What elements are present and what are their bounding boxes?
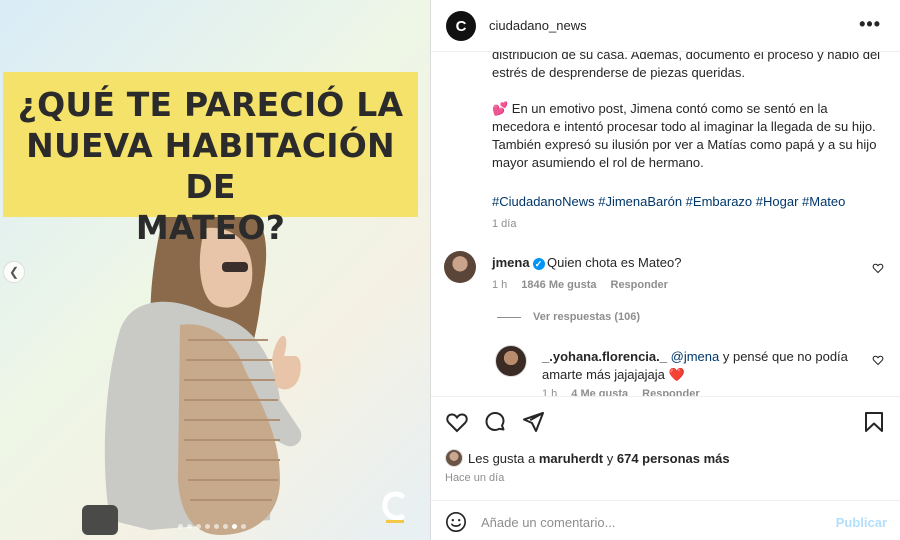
view-replies-label: Ver respuestas (106) (533, 311, 641, 323)
comment-input[interactable] (481, 511, 821, 533)
share-plane-icon[interactable] (521, 410, 545, 434)
caption-paragraph: distribución de su casa. Además, documen… (492, 52, 881, 80)
comment-meta: 1 h 1846 Me gusta Responder (492, 279, 668, 291)
carousel-dot-active (232, 524, 237, 529)
reply-meta: 1 h 4 Me gusta Responder (542, 388, 700, 396)
author-avatar[interactable]: C (446, 11, 476, 41)
carousel-dot (223, 524, 228, 529)
carousel-dots (178, 524, 246, 529)
likes-summary[interactable]: Les gusta a maruherdt y 674 personas más (445, 449, 730, 467)
headline-banner: ¿QUÉ TE PARECIÓ LA NUEVA HABITACIÓN DE M… (3, 72, 418, 247)
reply-button[interactable]: Responder (611, 279, 668, 291)
comment-bubble-icon[interactable] (483, 410, 507, 434)
liker-username[interactable]: maruherdt (539, 451, 603, 466)
post-caption: distribución de su casa. Además, documen… (492, 52, 884, 190)
likes-count[interactable]: 674 personas más (617, 451, 730, 466)
likes-mid: y (603, 450, 617, 466)
comment-likes[interactable]: 1846 Me gusta (521, 279, 596, 291)
reply-username[interactable]: _.yohana.florencia._ (542, 349, 667, 364)
carousel-dot (241, 524, 246, 529)
liker-avatar (445, 449, 463, 467)
headline-text: ¿QUÉ TE PARECIÓ LA NUEVA HABITACIÓN DE M… (17, 85, 404, 247)
more-options-icon[interactable]: ••• (859, 14, 881, 35)
comment-username-text: jmena (492, 255, 530, 270)
carousel-dot (196, 524, 201, 529)
emoji-icon[interactable] (445, 511, 467, 533)
save-bookmark-icon[interactable] (862, 410, 886, 434)
comment-like-heart-icon[interactable] (872, 262, 884, 274)
reply-like-heart-icon[interactable] (872, 354, 884, 366)
replies-divider (497, 316, 521, 318)
carousel-dot (205, 524, 210, 529)
comments-scroll-area[interactable]: distribución de su casa. Además, documen… (431, 52, 900, 396)
likes-prefix: Les gusta a (468, 450, 536, 466)
like-heart-icon[interactable] (445, 410, 469, 434)
chevron-left-icon: ❮ (8, 265, 20, 279)
caption-hashtags[interactable]: #CiudadanoNews #JimenaBarón #Embarazo #H… (492, 194, 845, 209)
carousel-dot (178, 524, 183, 529)
post-actions-bar (431, 396, 900, 448)
reply-mention[interactable]: @jmena (671, 349, 720, 364)
caption-paragraph: 💕 En un emotivo post, Jimena contó como … (492, 101, 877, 170)
avatar-letter: C (455, 17, 467, 35)
commenter-avatar[interactable] (444, 251, 476, 283)
post-panel: C ciudadano_news ••• distribución de su … (430, 0, 900, 540)
view-replies-button[interactable]: Ver respuestas (106) (497, 311, 640, 323)
post-header: C ciudadano_news ••• (431, 0, 900, 52)
reply-text: _.yohana.florencia._ @jmena y pensé que … (542, 348, 862, 384)
carousel-dot (214, 524, 219, 529)
brand-logo (382, 491, 405, 523)
post-media[interactable]: ¿QUÉ TE PARECIÓ LA NUEVA HABITACIÓN DE M… (0, 0, 430, 540)
verified-badge-icon: ✓ (532, 257, 545, 270)
reply-reply-button[interactable]: Responder (642, 388, 699, 396)
comment-time: 1 h (492, 279, 508, 291)
carousel-dot (187, 524, 192, 529)
comment-username[interactable]: jmena ✓ (492, 255, 545, 270)
prev-slide-button[interactable]: ❮ (3, 261, 25, 283)
caption-timestamp: 1 día (492, 218, 517, 230)
reply-avatar[interactable] (495, 345, 527, 377)
reply-likes[interactable]: 4 Me gusta (571, 388, 628, 396)
comment-text: Quien chota es Mateo? (547, 255, 682, 270)
publish-button[interactable]: Publicar (836, 515, 887, 530)
author-username[interactable]: ciudadano_news (489, 18, 587, 33)
post-timestamp: Hace un día (445, 472, 505, 484)
add-comment-bar: Publicar (431, 500, 900, 540)
reply-time: 1 h (542, 388, 558, 396)
